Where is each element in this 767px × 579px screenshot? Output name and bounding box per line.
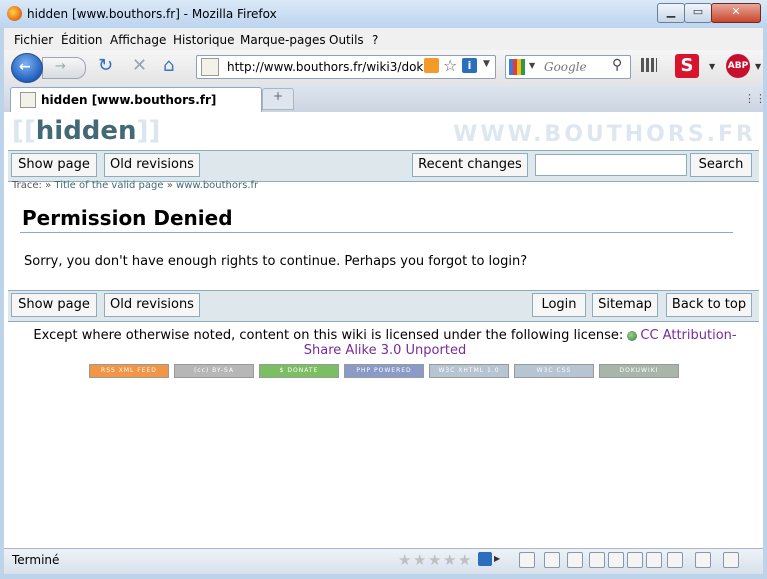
menu-outils[interactable]: Outils [329,33,364,47]
stop-icon[interactable]: ✕ [132,56,147,76]
heading-divider [20,232,733,233]
search-engine-dropdown-icon[interactable]: ▼ [529,61,535,70]
menu-affichage[interactable]: Affichage [110,33,166,47]
back-arrow-icon: ← [19,59,31,75]
tab-active[interactable]: hidden [www.bouthors.fr] [10,87,262,112]
dokuwiki-badge[interactable]: DOKUWIKI [599,364,679,378]
logo-left-brackets: [[ [12,116,36,146]
xhtml-badge[interactable]: W3C XHTML 1.0 [429,364,509,378]
maximize-button[interactable]: ▭ [684,3,712,23]
print-icon[interactable] [608,552,624,568]
url-dropdown-icon[interactable]: ▼ [483,59,490,69]
logo-word: hidden [35,116,137,146]
css-badge[interactable]: W3C CSS [514,364,594,378]
cc-globe-icon [627,330,638,341]
license-text: Except where otherwise noted, content on… [33,328,624,343]
google-icon [509,59,525,75]
rss-badge[interactable]: RSS XML FEED [89,364,169,378]
adblock-dropdown-icon[interactable]: ▼ [755,62,761,71]
rating-star-icon[interactable]: ★ [458,551,471,569]
wiki-search-input[interactable] [535,154,687,176]
show-page-button[interactable]: Show page [11,153,97,177]
adblock-icon[interactable]: ABP [726,54,750,78]
status-text: Terminé [12,553,60,567]
settings-icon[interactable] [695,552,711,568]
rating-star-icon[interactable]: ★ [398,551,411,569]
recent-changes-button[interactable]: Recent changes [412,153,528,177]
wiki-logo[interactable]: [[hidden]] [12,116,160,146]
tab-list-icon[interactable]: ⋮⋮ [744,92,766,105]
close-button[interactable]: ✕ [711,3,761,23]
edit-icon[interactable] [544,552,560,568]
page-heading: Permission Denied [22,206,233,230]
license-notice: Except where otherwise noted, content on… [20,328,750,358]
tree-icon[interactable] [567,552,583,568]
old-revisions-button-bottom[interactable]: Old revisions [104,293,200,317]
reload-icon[interactable]: ↻ [98,56,113,76]
trace-link-title[interactable]: Title of the valid page [54,180,163,191]
menu-help[interactable]: ? [372,33,378,47]
menu-edition[interactable]: Édition [61,33,103,47]
home-icon[interactable]: ⌂ [163,56,174,76]
page-icon[interactable] [519,552,535,568]
search-placeholder: Google [544,60,587,74]
chart-icon[interactable] [667,552,683,568]
rating-star-icon[interactable]: ★ [413,551,426,569]
tab-favicon [20,92,36,108]
trace-separator: » [45,180,52,191]
back-button[interactable]: ← [11,53,43,83]
new-tab-button[interactable]: + [262,88,294,110]
addon-dropdown-icon[interactable]: ▼ [709,62,715,71]
addon-status-icon[interactable] [478,552,492,566]
logo-right-brackets: ]] [136,116,161,146]
title-bar: hidden [www.bouthors.fr] - Mozilla Firef… [0,0,767,28]
rating-star-icon[interactable]: ★ [428,551,441,569]
site-favicon [201,58,219,76]
trace-separator: » [166,180,173,191]
window-title: hidden [www.bouthors.fr] - Mozilla Firef… [27,7,277,21]
login-button[interactable]: Login [532,293,586,317]
info-icon[interactable]: i [462,58,477,73]
trace-label: Trace: [12,180,42,191]
permission-message: Sorry, you don't have enough rights to c… [24,254,528,269]
tab-title: hidden [www.bouthors.fr] [41,93,217,107]
old-revisions-button[interactable]: Old revisions [104,153,200,177]
forward-button[interactable]: → [42,57,86,79]
breadcrumb: Trace: » Title of the valid page » www.b… [12,180,258,191]
back-to-top-button[interactable]: Back to top [666,293,752,317]
rss-feed-icon[interactable] [424,58,439,73]
s-addon-icon[interactable]: S [675,54,699,78]
note-icon[interactable] [646,552,662,568]
url-text: http://www.bouthors.fr/wiki3/doku. [227,60,435,74]
menu-historique[interactable]: Historique [173,33,235,47]
search-icon[interactable]: ⚲ [612,57,622,73]
grid-toolbar-icon[interactable] [641,58,657,72]
site-url-banner: WWW.BOUTHORS.FR [453,122,756,147]
bug-icon[interactable] [723,552,739,568]
php-badge[interactable]: PHP POWERED [344,364,424,378]
rating-star-icon[interactable]: ★ [443,551,456,569]
menu-fichier[interactable]: Fichier [14,33,53,47]
forward-arrow-icon: → [55,59,66,74]
trace-link-home[interactable]: www.bouthors.fr [176,180,258,191]
search-button[interactable]: Search [690,153,752,177]
bookmark-star-icon[interactable]: ☆ [443,56,457,75]
tool-icon[interactable] [627,552,643,568]
search-bar[interactable]: ▼ Google ⚲ [505,55,631,79]
cc-badge[interactable]: (cc) BY-SA [174,364,254,378]
firefox-icon [7,6,22,21]
save-icon[interactable] [589,552,605,568]
show-page-button-bottom[interactable]: Show page [11,293,97,317]
donate-badge[interactable]: $ DONATE [259,364,339,378]
sitemap-button[interactable]: Sitemap [592,293,658,317]
menu-marque-pages[interactable]: Marque-pages [240,33,326,47]
minimize-button[interactable]: ▁ [657,3,685,23]
menu-bar: Fichier Édition Affichage Historique Mar… [4,28,763,50]
status-arrow-icon[interactable]: ▶ [494,554,500,563]
